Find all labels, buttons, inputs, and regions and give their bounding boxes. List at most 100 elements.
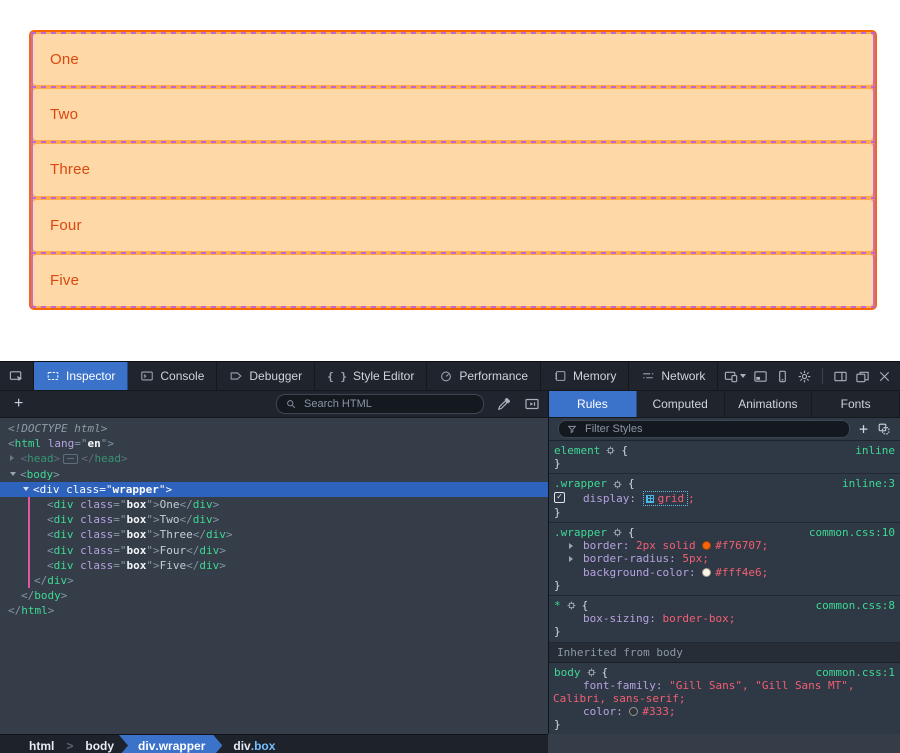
selector-highlighter-icon[interactable]	[586, 667, 597, 678]
rule-selector[interactable]: element	[554, 444, 600, 457]
filter-styles-box[interactable]	[558, 420, 850, 438]
tab-console[interactable]: Console	[128, 362, 217, 390]
tab-debugger[interactable]: Debugger	[217, 362, 315, 390]
selector-highlighter-icon[interactable]	[612, 479, 623, 490]
add-rule-button[interactable]: +	[859, 422, 868, 437]
rule-source-link[interactable]: common.css:8	[816, 599, 895, 612]
eyedropper-icon[interactable]	[496, 396, 512, 412]
color-swatch[interactable]	[702, 568, 711, 577]
property-name[interactable]: color	[583, 705, 616, 718]
property-value[interactable]: 2px solid	[636, 539, 702, 552]
css-declaration[interactable]: box-sizing: border-box;	[549, 612, 900, 625]
property-value[interactable]: #fff4e6	[715, 566, 761, 579]
rule-selector[interactable]: *	[554, 599, 561, 612]
media-rules-icon[interactable]	[524, 396, 540, 412]
rule-source-link[interactable]: common.css:1	[816, 666, 895, 679]
pick-element-button[interactable]	[0, 362, 34, 390]
breadcrumb-item-div.box[interactable]: div.box	[222, 735, 286, 753]
property-value[interactable]: border-box	[662, 612, 728, 625]
tab-label: Style Editor	[353, 369, 414, 383]
breadcrumb-item-body[interactable]: body	[74, 735, 125, 753]
markup-segment: ">	[146, 528, 159, 541]
property-value[interactable]: #f76707	[715, 539, 761, 552]
markup-segment: class	[74, 544, 114, 557]
rule-selector[interactable]: body	[554, 666, 581, 679]
sidebar-tab-animations[interactable]: Animations	[725, 391, 813, 417]
property-value[interactable]: 5px	[682, 552, 702, 565]
breadcrumb-item-html[interactable]: html	[18, 735, 65, 753]
sidebar-tab-fonts[interactable]: Fonts	[812, 391, 900, 417]
twisty-closed-icon[interactable]	[10, 455, 14, 461]
property-name[interactable]: border	[583, 539, 623, 552]
search-html-box[interactable]	[276, 394, 484, 414]
tab-inspector[interactable]: Inspector	[34, 362, 128, 390]
tab-style-editor[interactable]: { } Style Editor	[315, 362, 427, 390]
markup-row[interactable]: <!DOCTYPE html>	[0, 421, 548, 436]
collapsed-content-icon[interactable]	[63, 454, 78, 464]
rule-selector[interactable]: .wrapper	[554, 477, 607, 490]
markup-segment: div	[199, 559, 219, 572]
sidebar-tab-rules[interactable]: Rules	[549, 391, 637, 417]
css-declaration[interactable]: font-family: "Gill Sans", "Gill Sans MT"…	[549, 679, 900, 705]
tab-performance[interactable]: Performance	[427, 362, 541, 390]
markup-segment: class	[74, 513, 114, 526]
rule-source-link[interactable]: inline:3	[842, 477, 895, 490]
twisty-open-icon[interactable]	[23, 487, 29, 491]
markup-row[interactable]: <html lang="en">	[0, 436, 548, 451]
markup-row-selected[interactable]: <div class="wrapper">	[0, 482, 548, 497]
tab-network[interactable]: Network	[629, 362, 718, 390]
css-declaration[interactable]: background-color: #fff4e6;	[549, 566, 900, 579]
tab-memory[interactable]: Memory	[541, 362, 629, 390]
property-name[interactable]: font-family	[583, 679, 656, 692]
rule-selector[interactable]: .wrapper	[554, 526, 607, 539]
css-declaration[interactable]: border-radius: 5px;	[549, 552, 900, 565]
device-icon[interactable]	[775, 369, 790, 384]
add-node-button[interactable]: +	[8, 396, 29, 412]
sidebar-tab-computed[interactable]: Computed	[637, 391, 725, 417]
rule-source-link[interactable]: common.css:10	[809, 526, 895, 539]
property-name[interactable]: border-radius	[583, 552, 669, 565]
color-swatch[interactable]	[702, 541, 711, 550]
markup-row[interactable]: </body>	[0, 588, 548, 603]
markup-row[interactable]: <div class="box">Two</div>	[0, 512, 548, 527]
markup-row[interactable]: <body>	[0, 467, 548, 482]
pseudo-class-panel-icon[interactable]	[877, 422, 891, 436]
separate-window-icon[interactable]	[855, 369, 870, 384]
property-name[interactable]: background-color	[583, 566, 689, 579]
markup-segment: ="	[113, 544, 126, 557]
markup-row[interactable]: <div class="box">Three</div>	[0, 527, 548, 542]
breadcrumb-item-div.wrapper[interactable]: div.wrapper	[119, 735, 222, 753]
selector-highlighter-icon[interactable]	[605, 445, 616, 456]
color-swatch[interactable]	[629, 707, 638, 716]
markup-row[interactable]: </div>	[0, 573, 548, 588]
markup-row[interactable]: <div class="box">One</div>	[0, 497, 548, 512]
split-console-icon[interactable]	[753, 369, 768, 384]
markup-segment: >	[213, 498, 220, 511]
markup-row[interactable]: <div class="box">Five</div>	[0, 558, 548, 573]
style-editor-icon: { }	[327, 370, 347, 383]
markup-row[interactable]: </html>	[0, 603, 548, 618]
rule-source-link[interactable]: inline	[855, 444, 895, 457]
dock-to-side-icon[interactable]	[833, 369, 848, 384]
selector-highlighter-icon[interactable]	[612, 527, 623, 538]
twisty-open-icon[interactable]	[10, 472, 16, 476]
search-html-input[interactable]	[302, 397, 475, 411]
property-value[interactable]: #333	[642, 705, 669, 718]
close-icon[interactable]	[877, 369, 892, 384]
filter-styles-input[interactable]	[583, 422, 842, 436]
selector-highlighter-icon[interactable]	[566, 600, 577, 611]
css-declaration[interactable]: border: 2px solid #f76707;	[549, 539, 900, 552]
expand-declaration-icon[interactable]	[569, 543, 573, 549]
close-brace: }	[549, 457, 900, 470]
declaration-checkbox[interactable]: ✓	[554, 492, 565, 503]
markup-row[interactable]: <div class="box">Four</div>	[0, 543, 548, 558]
expand-declaration-icon[interactable]	[569, 556, 573, 562]
responsive-design-icon[interactable]	[724, 369, 746, 384]
property-name[interactable]: box-sizing	[583, 612, 649, 625]
grid-highlighter-badge[interactable]: grid	[643, 491, 689, 506]
property-name[interactable]: display	[583, 492, 629, 505]
css-declaration[interactable]: ✓display: grid;	[549, 491, 900, 506]
css-declaration[interactable]: color: #333;	[549, 705, 900, 718]
settings-gear-icon[interactable]	[797, 369, 812, 384]
markup-row[interactable]: <head></head>	[0, 451, 548, 466]
